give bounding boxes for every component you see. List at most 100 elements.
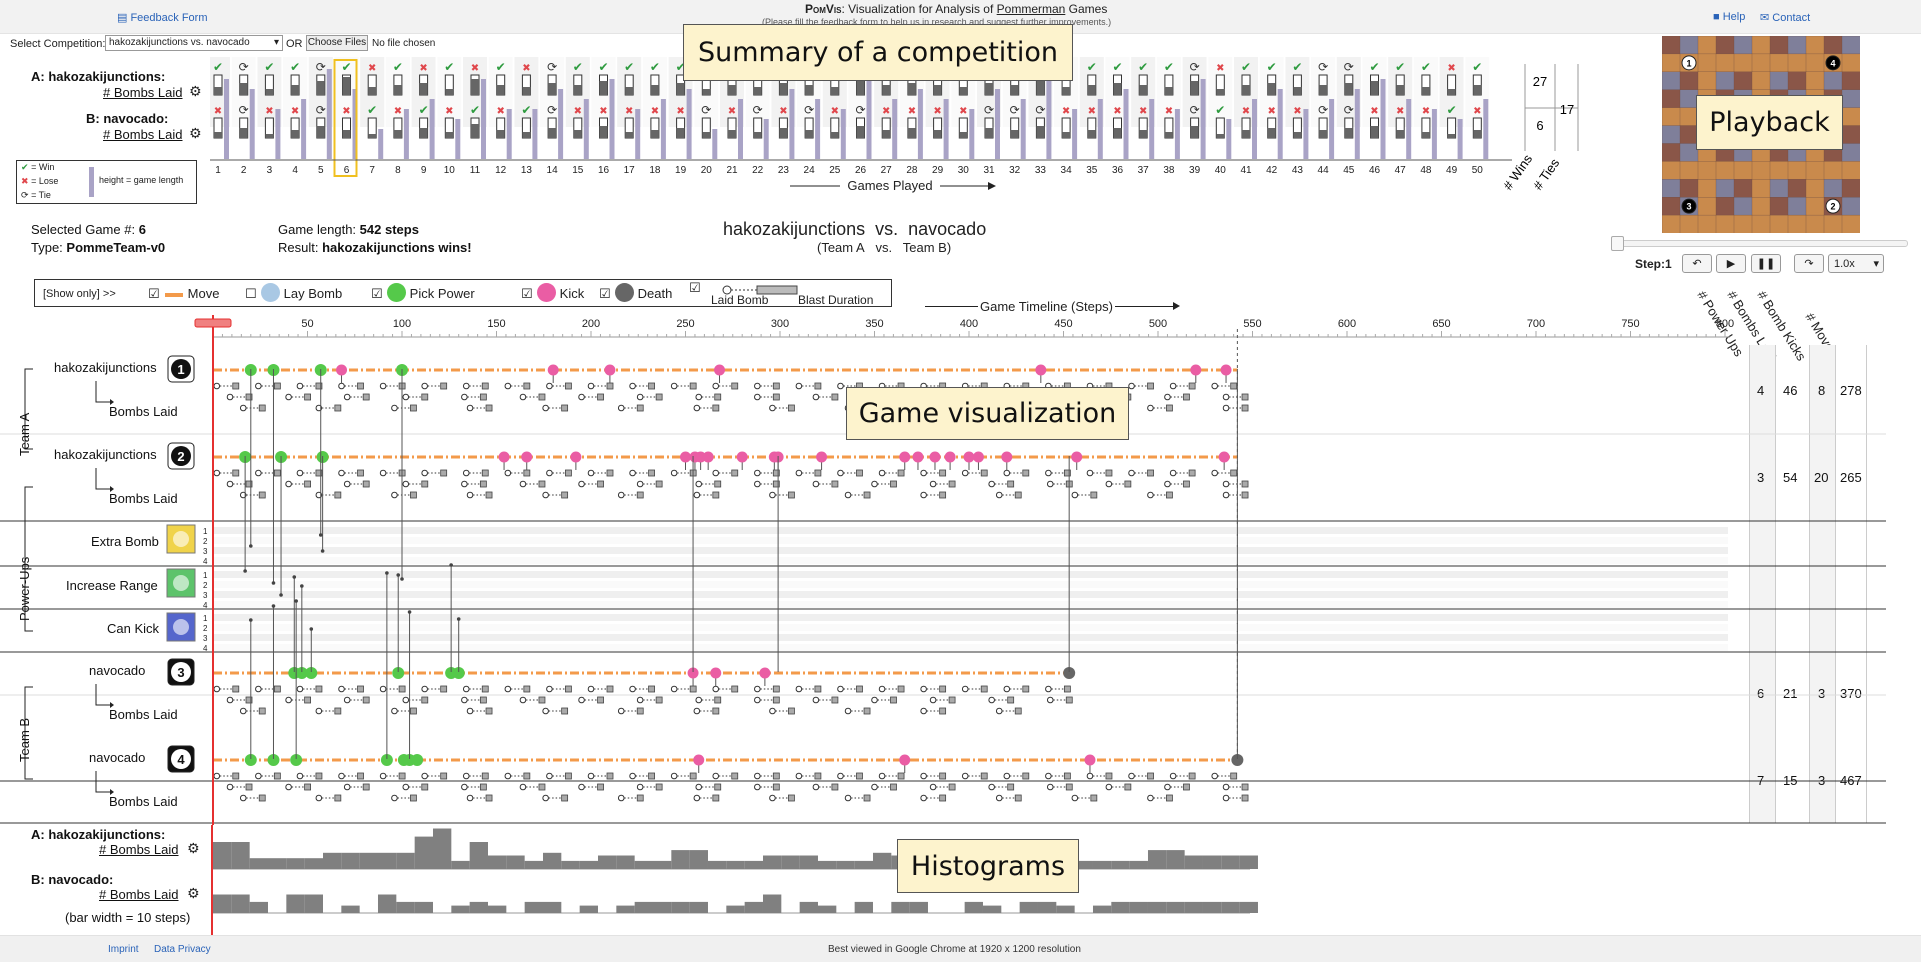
- game-number[interactable]: 27: [881, 165, 893, 176]
- gear-icon[interactable]: ⚙: [189, 83, 202, 100]
- game-number[interactable]: 10: [444, 165, 456, 176]
- game-number[interactable]: 7: [369, 165, 375, 176]
- kick-event[interactable]: [736, 451, 748, 463]
- filter-pick-power[interactable]: ☑ Pick Power: [371, 282, 475, 302]
- kick-event[interactable]: [336, 364, 348, 376]
- filter-laid-bomb[interactable]: ☑: [689, 280, 701, 296]
- playback-slider-handle[interactable]: [1611, 236, 1624, 251]
- kick-event[interactable]: [1190, 364, 1202, 376]
- kick-event[interactable]: [1220, 364, 1232, 376]
- game-number[interactable]: 33: [1035, 165, 1047, 176]
- game-number[interactable]: 1: [215, 165, 221, 176]
- gear-icon[interactable]: ⚙: [187, 840, 200, 857]
- game-number[interactable]: 45: [1343, 165, 1355, 176]
- game-number[interactable]: 12: [495, 165, 507, 176]
- kick-event[interactable]: [929, 451, 941, 463]
- play-button[interactable]: ▶: [1716, 254, 1746, 273]
- game-number[interactable]: 3: [267, 165, 273, 176]
- gear-icon[interactable]: ⚙: [189, 125, 202, 142]
- kick-event[interactable]: [570, 451, 582, 463]
- step-forward-button[interactable]: ↷: [1794, 254, 1824, 273]
- game-number[interactable]: 36: [1112, 165, 1124, 176]
- step-back-button[interactable]: ↶: [1682, 254, 1712, 273]
- competition-select[interactable]: hakozakijunctions vs. navocado ▾: [105, 35, 283, 51]
- game-number[interactable]: 19: [675, 165, 687, 176]
- game-number[interactable]: 44: [1318, 165, 1330, 176]
- game-number[interactable]: 14: [547, 165, 559, 176]
- kick-event[interactable]: [899, 754, 911, 766]
- game-number[interactable]: 28: [906, 165, 918, 176]
- hist-a-metric-select[interactable]: # Bombs Laid: [99, 842, 179, 857]
- data-privacy-link[interactable]: Data Privacy: [154, 944, 211, 955]
- game-number[interactable]: 32: [1009, 165, 1021, 176]
- game-number[interactable]: 9: [421, 165, 427, 176]
- kick-event[interactable]: [702, 451, 714, 463]
- game-number[interactable]: 25: [829, 165, 841, 176]
- game-number[interactable]: 8: [395, 165, 401, 176]
- kick-event[interactable]: [714, 364, 726, 376]
- kick-event[interactable]: [816, 451, 828, 463]
- game-number[interactable]: 43: [1292, 165, 1304, 176]
- kick-event[interactable]: [604, 364, 616, 376]
- game-number[interactable]: 26: [855, 165, 867, 176]
- game-number[interactable]: 15: [572, 165, 584, 176]
- game-number[interactable]: 6: [344, 165, 350, 176]
- kick-event[interactable]: [1001, 451, 1013, 463]
- summary-b-metric-select[interactable]: # Bombs Laid: [103, 127, 183, 142]
- pause-button[interactable]: ❚❚: [1751, 254, 1781, 273]
- imprint-link[interactable]: Imprint: [108, 944, 139, 955]
- game-number[interactable]: 49: [1446, 165, 1458, 176]
- filter-lay-bomb[interactable]: ☐ Lay Bomb: [245, 282, 342, 302]
- game-number[interactable]: 48: [1420, 165, 1432, 176]
- game-number[interactable]: 47: [1395, 165, 1407, 176]
- filter-kick[interactable]: ☑ Kick: [521, 282, 584, 302]
- checkbox-empty-icon[interactable]: ☐: [245, 286, 257, 301]
- kick-event[interactable]: [1084, 754, 1096, 766]
- kick-event[interactable]: [899, 451, 911, 463]
- cursor-handle[interactable]: [194, 318, 232, 328]
- pick-power-event[interactable]: [411, 754, 424, 766]
- game-number[interactable]: 24: [804, 165, 816, 176]
- hist-b-metric-select[interactable]: # Bombs Laid: [99, 887, 179, 902]
- game-number[interactable]: 40: [1215, 165, 1227, 176]
- game-number[interactable]: 38: [1163, 165, 1175, 176]
- pommerman-link[interactable]: Pommerman: [997, 2, 1066, 16]
- checkbox-checked-icon[interactable]: ☑: [599, 286, 611, 301]
- game-number[interactable]: 20: [701, 165, 713, 176]
- help-link[interactable]: ■ Help: [1713, 11, 1745, 23]
- game-number[interactable]: 39: [1189, 165, 1201, 176]
- filter-move[interactable]: ☑ Move: [148, 286, 219, 302]
- game-number[interactable]: 16: [598, 165, 610, 176]
- speed-select[interactable]: 1.0x ▾: [1828, 254, 1884, 273]
- game-number[interactable]: 46: [1369, 165, 1381, 176]
- checkbox-checked-icon[interactable]: ☑: [689, 280, 701, 295]
- game-number[interactable]: 50: [1472, 165, 1484, 176]
- kick-event[interactable]: [963, 451, 975, 463]
- game-number[interactable]: 31: [983, 165, 995, 176]
- kick-event[interactable]: [521, 451, 533, 463]
- kick-event[interactable]: [680, 451, 691, 463]
- game-number[interactable]: 21: [726, 165, 738, 176]
- game-number[interactable]: 35: [1086, 165, 1098, 176]
- game-number[interactable]: 17: [624, 165, 636, 176]
- game-number[interactable]: 4: [292, 165, 298, 176]
- kick-event[interactable]: [498, 451, 510, 463]
- kick-event[interactable]: [912, 451, 924, 463]
- playback-slider-track[interactable]: [1612, 240, 1908, 247]
- kick-event[interactable]: [1218, 451, 1230, 463]
- kick-event[interactable]: [944, 451, 956, 463]
- game-number[interactable]: 34: [1061, 165, 1073, 176]
- game-number[interactable]: 29: [932, 165, 944, 176]
- kick-event[interactable]: [759, 667, 771, 679]
- kick-event[interactable]: [547, 364, 559, 376]
- checkbox-checked-icon[interactable]: ☑: [148, 286, 160, 301]
- kick-event[interactable]: [1071, 451, 1083, 463]
- checkbox-checked-icon[interactable]: ☑: [371, 286, 383, 301]
- game-number[interactable]: 23: [778, 165, 790, 176]
- kick-event[interactable]: [972, 451, 984, 463]
- checkbox-checked-icon[interactable]: ☑: [521, 286, 533, 301]
- game-number[interactable]: 2: [241, 165, 247, 176]
- game-number[interactable]: 5: [318, 165, 324, 176]
- game-number[interactable]: 18: [649, 165, 661, 176]
- game-number[interactable]: 42: [1266, 165, 1278, 176]
